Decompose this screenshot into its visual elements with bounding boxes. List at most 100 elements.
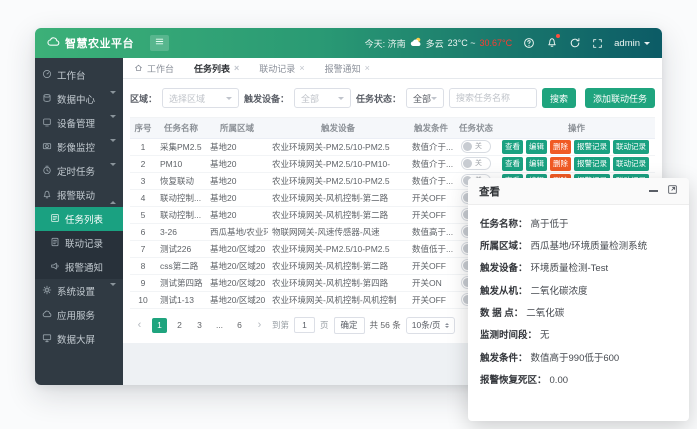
page-button-2[interactable]: 2: [172, 318, 187, 333]
column-header: 操作: [498, 118, 655, 138]
cell-device: 农业环境网关-PM2.5/10-PM2.5: [268, 172, 408, 189]
camera-icon: [42, 141, 52, 154]
panel-body: 任务名称：高于低于所属区域：西瓜基地/环境质量检测系统触发设备：环境质量检测-T…: [468, 205, 689, 401]
field-label: 触发从机：: [480, 286, 528, 298]
cell-device: 农业环境网关-风机控制-第二路: [268, 206, 408, 223]
alarm-record-button[interactable]: 报警记录: [574, 140, 610, 154]
cell-no: 2: [130, 155, 156, 172]
edit-button[interactable]: 编辑: [526, 140, 547, 154]
column-header: 任务状态: [454, 118, 498, 138]
help-icon[interactable]: [523, 37, 535, 49]
tab-4[interactable]: 报警通知×: [325, 62, 370, 75]
sidebar-subitem-报警通知[interactable]: 报警通知: [35, 255, 123, 279]
detail-field: 监测时间段：无: [480, 330, 677, 342]
page-size-select[interactable]: 10条/页: [406, 317, 455, 334]
edit-button[interactable]: 编辑: [526, 157, 547, 171]
close-icon[interactable]: ×: [365, 63, 370, 73]
add-linkage-task-button[interactable]: 添加联动任务: [585, 88, 655, 108]
close-icon[interactable]: ×: [299, 63, 304, 73]
device-select[interactable]: 全部: [294, 88, 351, 108]
logo-cloud-icon: [47, 35, 60, 51]
expand-icon[interactable]: [667, 184, 678, 198]
row-actions: 查看编辑删除报警记录联动记录: [502, 157, 651, 171]
status-toggle[interactable]: 关: [461, 140, 491, 153]
sidebar-item-5[interactable]: 定时任务: [35, 159, 123, 183]
sidebar-subitem-联动记录[interactable]: 联动记录: [35, 231, 123, 255]
sidebar-item-6[interactable]: 报警联动: [35, 183, 123, 207]
sidebar-subitem-label: 报警通知: [65, 260, 103, 274]
delete-button[interactable]: 删除: [550, 140, 571, 154]
weather-info: 今天: 济南 多云 23°C ~ 30.67°C: [365, 36, 513, 50]
prev-page-button[interactable]: ‹: [132, 318, 147, 333]
next-page-button[interactable]: ›: [252, 318, 267, 333]
device-icon: [42, 117, 52, 130]
cell-task-name: 测试第四路: [156, 274, 206, 291]
cell-device: 农业环境网关-PM2.5/10-PM10-: [268, 155, 408, 172]
tab-1[interactable]: 工作台: [134, 62, 174, 75]
tab-3[interactable]: 联动记录×: [259, 62, 304, 75]
cell-condition: 数值介于...: [408, 172, 454, 189]
goto-confirm-button[interactable]: 确定: [334, 317, 365, 334]
temp-high: 30.67°C: [480, 38, 513, 48]
view-button[interactable]: 查看: [502, 157, 523, 171]
user-menu[interactable]: admin: [614, 38, 650, 49]
search-input[interactable]: [449, 88, 537, 108]
column-header: 触发设备: [268, 118, 408, 138]
alarm-icon: [42, 189, 52, 202]
weather-city: 今天: 济南: [365, 37, 406, 50]
cell-no: 10: [130, 291, 156, 308]
region-select[interactable]: 选择区域: [162, 88, 239, 108]
sidebar-item-1[interactable]: 工作台: [35, 63, 123, 87]
region-label: 区域：: [130, 92, 157, 105]
sidebar-item-8[interactable]: 应用服务: [35, 303, 123, 327]
page-button-1[interactable]: 1: [152, 318, 167, 333]
sidebar-item-label: 报警联动: [57, 188, 95, 202]
total-count: 共 56 条: [370, 319, 401, 331]
refresh-icon[interactable]: [569, 37, 581, 49]
sidebar-subitem-任务列表[interactable]: 任务列表: [35, 207, 123, 231]
cell-condition: 数值介于...: [408, 155, 454, 172]
sidebar-item-9[interactable]: 数据大屏: [35, 327, 123, 351]
fullscreen-icon[interactable]: [592, 38, 603, 49]
sidebar-item-3[interactable]: 设备管理: [35, 111, 123, 135]
bell-icon: [546, 36, 558, 50]
goto-unit-label: 页: [320, 319, 329, 331]
sidebar-item-label: 定时任务: [57, 164, 95, 178]
delete-button[interactable]: 删除: [550, 157, 571, 171]
tab-2[interactable]: 任务列表×: [194, 62, 239, 75]
close-icon[interactable]: ×: [234, 63, 239, 73]
view-button[interactable]: 查看: [502, 140, 523, 154]
panel-title: 查看: [479, 184, 500, 199]
page-button-3[interactable]: 3: [192, 318, 207, 333]
minimize-icon[interactable]: [649, 190, 658, 192]
cell-region: 基地20/区域20: [206, 257, 268, 274]
screen-icon: [42, 333, 52, 346]
chevron-down-icon: [226, 97, 232, 103]
cell-no: 8: [130, 257, 156, 274]
menu-toggle-button[interactable]: [150, 35, 169, 51]
alarm-record-button[interactable]: 报警记录: [574, 157, 610, 171]
status-select[interactable]: 全部: [406, 88, 444, 108]
toggle-off-label: 关: [475, 160, 482, 167]
search-button[interactable]: 搜索: [542, 88, 576, 108]
dial-icon: [42, 69, 52, 82]
linkage-record-button[interactable]: 联动记录: [613, 140, 649, 154]
sidebar-item-label: 应用服务: [57, 308, 95, 322]
linkage-record-button[interactable]: 联动记录: [613, 157, 649, 171]
cell-condition: 数值介于...: [408, 138, 454, 155]
notification-bell-icon[interactable]: [546, 36, 558, 50]
sidebar-item-label: 设备管理: [57, 116, 95, 130]
chevron-down-icon: [644, 42, 650, 48]
notice-icon: [50, 261, 60, 274]
cell-task-name: css第二路: [156, 257, 206, 274]
goto-page-input[interactable]: [294, 317, 315, 333]
sidebar-item-2[interactable]: 数据中心: [35, 87, 123, 111]
field-label: 报警恢复死区：: [480, 375, 547, 387]
chevron-down-icon: [110, 286, 116, 297]
status-toggle[interactable]: 关: [461, 157, 491, 170]
sidebar-item-4[interactable]: 影像监控: [35, 135, 123, 159]
sidebar-item-7[interactable]: 系统设置: [35, 279, 123, 303]
page-button-6[interactable]: 6: [232, 318, 247, 333]
list-icon: [50, 213, 60, 226]
sidebar-item-label: 系统设置: [57, 284, 95, 298]
